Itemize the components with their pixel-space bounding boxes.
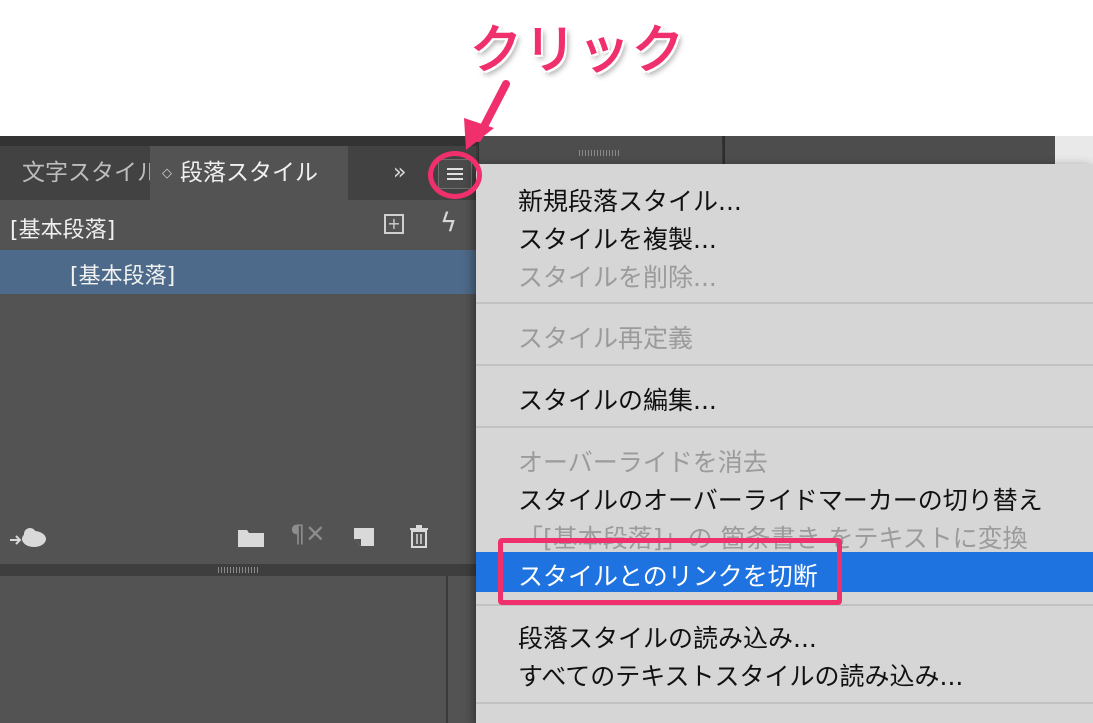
- tab-paragraph-styles-label: 段落スタイル: [180, 160, 318, 186]
- lower-panel: [0, 576, 446, 723]
- annotation-circle: [428, 151, 482, 199]
- trash-icon[interactable]: [408, 524, 430, 548]
- current-style-row: [基本段落] + ϟ: [0, 200, 476, 248]
- menu-separator: [476, 364, 1093, 366]
- current-style-label: [基本段落]: [10, 218, 116, 243]
- lightning-icon[interactable]: ϟ: [440, 208, 457, 238]
- menu-item-duplicate-style[interactable]: スタイルを複製...: [518, 220, 717, 256]
- menu-item-edit-style[interactable]: スタイルの編集...: [518, 381, 717, 417]
- tab-arrows-icon: ◇: [162, 166, 172, 181]
- new-style-from-selection-icon[interactable]: +: [384, 214, 404, 234]
- panel-tab-bar: 文字スタイル ◇ 段落スタイル »: [0, 146, 476, 200]
- panel-bottom-strip: [0, 564, 476, 576]
- menu-item-delete-style[interactable]: スタイルを削除...: [518, 258, 717, 294]
- menu-item-toggle-override-marker[interactable]: スタイルのオーバーライドマーカーの切り替え: [518, 481, 1043, 517]
- menu-item-redefine-style[interactable]: スタイル再定義: [518, 319, 693, 355]
- tab-paragraph-styles[interactable]: ◇ 段落スタイル: [150, 146, 348, 200]
- folder-icon[interactable]: [237, 526, 265, 548]
- menu-item-load-paragraph-styles[interactable]: 段落スタイルの読み込み...: [518, 619, 817, 655]
- paragraph-styles-panel: 文字スタイル ◇ 段落スタイル » [基本段落] + ϟ [基本段落] ¶✕: [0, 146, 476, 564]
- overflow-chevron-icon[interactable]: »: [393, 160, 406, 185]
- menu-separator: [476, 702, 1093, 704]
- style-list-item[interactable]: [基本段落]: [0, 250, 476, 294]
- cloud-sync-icon[interactable]: [8, 524, 48, 550]
- menu-item-clear-overrides[interactable]: オーバーライドを消去: [518, 443, 768, 479]
- panel-grip[interactable]: [579, 150, 619, 156]
- menu-item-load-all-text-styles[interactable]: すべてのテキストスタイルの読み込み...: [518, 657, 963, 693]
- menu-separator: [476, 426, 1093, 428]
- panel-context-menu: 新規段落スタイル... スタイルを複製... スタイルを削除... スタイル再定…: [476, 164, 1093, 723]
- menu-separator: [476, 302, 1093, 304]
- annotation-box: [498, 538, 842, 605]
- clear-overrides-icon: ¶✕: [290, 520, 326, 548]
- style-list-item-label: [基本段落]: [70, 264, 176, 289]
- menu-item-new-paragraph-style[interactable]: 新規段落スタイル...: [518, 182, 742, 218]
- click-callout: クリック: [470, 21, 687, 81]
- lower-right-panel: [448, 576, 476, 723]
- new-style-icon[interactable]: [352, 526, 376, 548]
- panel-grip[interactable]: [218, 567, 258, 573]
- tab-character-styles[interactable]: 文字スタイル: [22, 146, 150, 200]
